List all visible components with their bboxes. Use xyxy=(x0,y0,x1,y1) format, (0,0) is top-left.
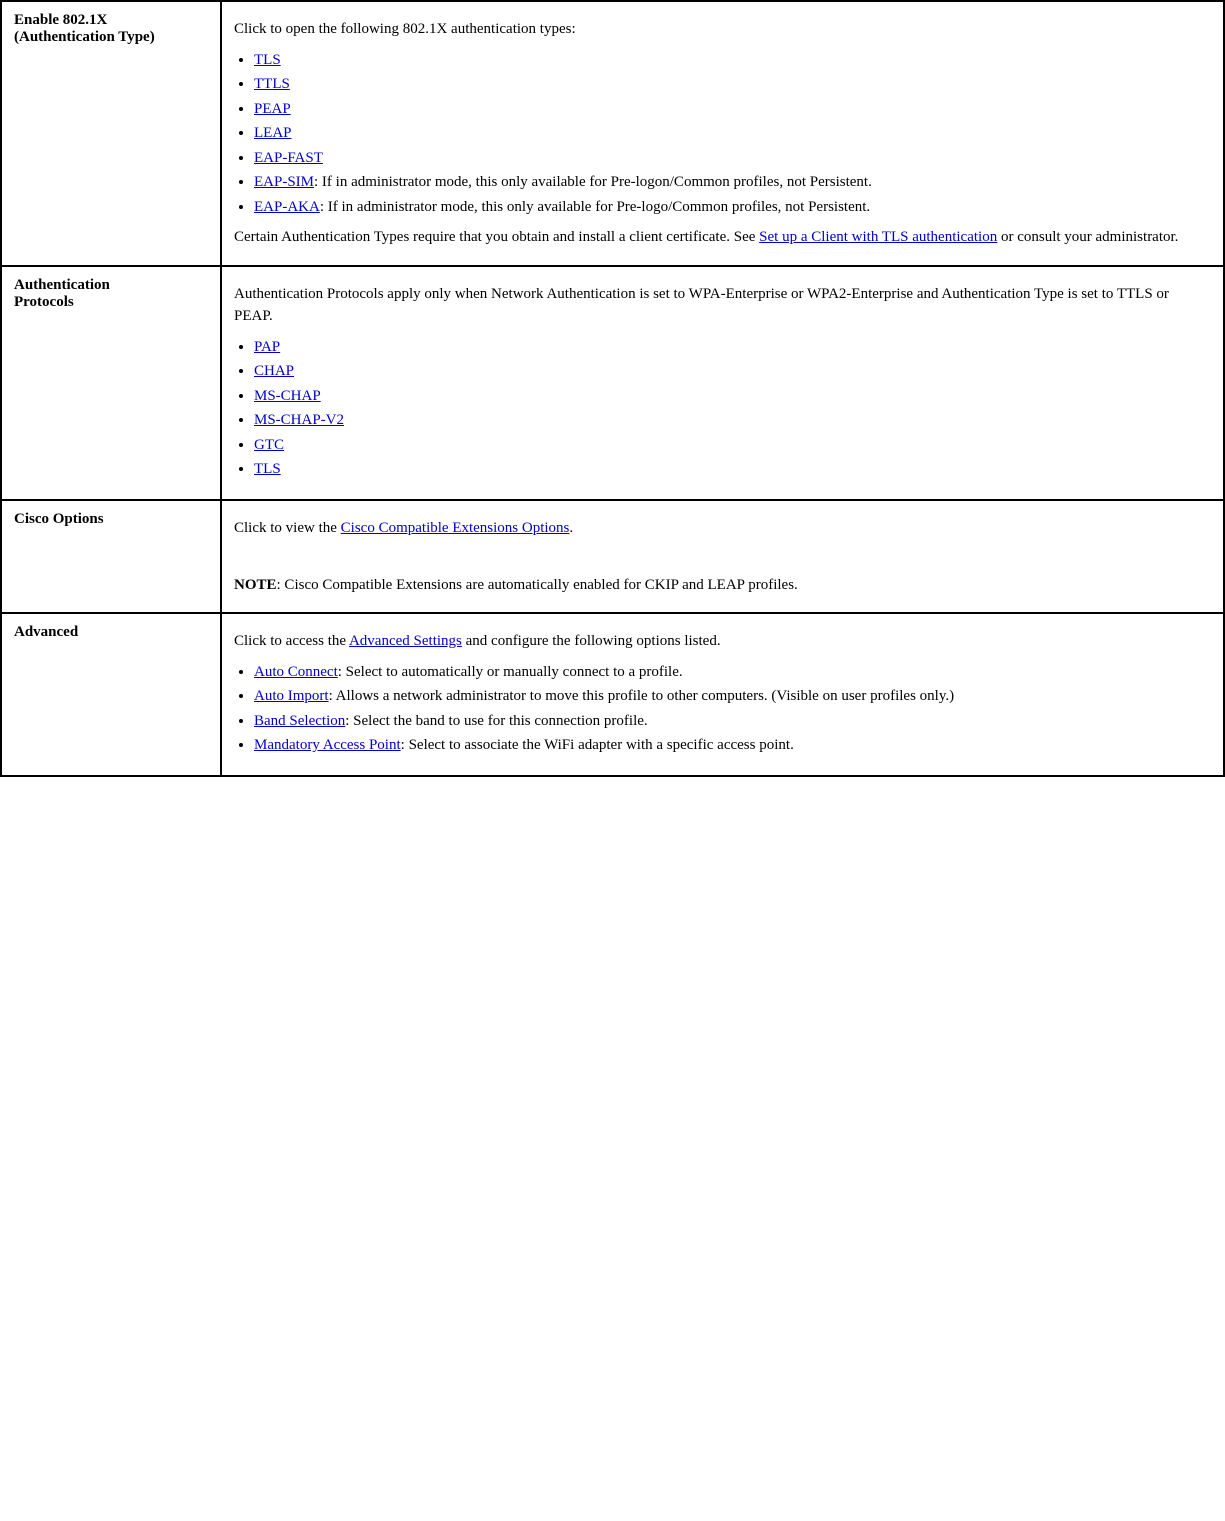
list-item-ms-chap-v2: MS-CHAP-V2 xyxy=(254,409,1211,432)
link-gtc[interactable]: GTC xyxy=(254,437,284,453)
list-item-mandatory-access-point: Mandatory Access Point: Select to associ… xyxy=(254,734,1211,757)
row-enable-802-1x: Enable 802.1X(Authentication Type) Click… xyxy=(1,1,1224,266)
link-pap[interactable]: PAP xyxy=(254,339,280,355)
list-item-auto-connect: Auto Connect: Select to automatically or… xyxy=(254,661,1211,684)
list-item-eap-aka: EAP-AKA: If in administrator mode, this … xyxy=(254,196,1211,219)
intro-text-cisco: Click to view the Cisco Compatible Exten… xyxy=(234,517,1211,540)
label-cisco-options: Cisco Options xyxy=(1,500,221,614)
label-auth-protocols: AuthenticationProtocols xyxy=(1,266,221,500)
note-cisco: NOTE: Cisco Compatible Extensions are au… xyxy=(234,574,1211,597)
list-item-ttls: TTLS xyxy=(254,73,1211,96)
link-mandatory-access-point[interactable]: Mandatory Access Point xyxy=(254,737,401,753)
link-eap-sim[interactable]: EAP-SIM xyxy=(254,174,314,190)
list-item-leap: LEAP xyxy=(254,122,1211,145)
list-item-tls: TLS xyxy=(254,49,1211,72)
link-advanced-settings[interactable]: Advanced Settings xyxy=(349,633,462,649)
advanced-list: Auto Connect: Select to automatically or… xyxy=(254,661,1211,757)
note-label: NOTE xyxy=(234,577,277,593)
link-tls-setup[interactable]: Set up a Client with TLS authentication xyxy=(759,229,997,245)
row-advanced: Advanced Click to access the Advanced Se… xyxy=(1,613,1224,776)
list-item-tls-protocol: TLS xyxy=(254,458,1211,481)
link-leap[interactable]: LEAP xyxy=(254,125,292,141)
list-item-ms-chap: MS-CHAP xyxy=(254,385,1211,408)
intro-text-802-1x: Click to open the following 802.1X authe… xyxy=(234,18,1211,41)
link-eap-aka[interactable]: EAP-AKA xyxy=(254,199,320,215)
link-eap-fast[interactable]: EAP-FAST xyxy=(254,150,323,166)
intro-text-advanced: Click to access the Advanced Settings an… xyxy=(234,630,1211,653)
list-item-eap-fast: EAP-FAST xyxy=(254,147,1211,170)
footer-text-802-1x: Certain Authentication Types require tha… xyxy=(234,226,1211,249)
content-cisco-options: Click to view the Cisco Compatible Exten… xyxy=(221,500,1224,614)
link-ms-chap-v2[interactable]: MS-CHAP-V2 xyxy=(254,412,344,428)
label-advanced: Advanced xyxy=(1,613,221,776)
link-tls-protocol[interactable]: TLS xyxy=(254,461,281,477)
link-auto-connect[interactable]: Auto Connect xyxy=(254,664,338,680)
list-item-pap: PAP xyxy=(254,336,1211,359)
list-item-gtc: GTC xyxy=(254,434,1211,457)
content-enable-802-1x: Click to open the following 802.1X authe… xyxy=(221,1,1224,266)
auth-protocols-list: PAP CHAP MS-CHAP MS-CHAP-V2 GTC TLS xyxy=(254,336,1211,481)
content-advanced: Click to access the Advanced Settings an… xyxy=(221,613,1224,776)
link-chap[interactable]: CHAP xyxy=(254,363,294,379)
row-auth-protocols: AuthenticationProtocols Authentication P… xyxy=(1,266,1224,500)
intro-text-auth-protocols: Authentication Protocols apply only when… xyxy=(234,283,1211,328)
list-item-auto-import: Auto Import: Allows a network administra… xyxy=(254,685,1211,708)
link-ms-chap[interactable]: MS-CHAP xyxy=(254,388,321,404)
link-ttls[interactable]: TTLS xyxy=(254,76,290,92)
link-auto-import[interactable]: Auto Import xyxy=(254,688,329,704)
main-content-table: Enable 802.1X(Authentication Type) Click… xyxy=(0,0,1225,777)
link-band-selection[interactable]: Band Selection xyxy=(254,713,345,729)
link-peap[interactable]: PEAP xyxy=(254,101,291,117)
content-auth-protocols: Authentication Protocols apply only when… xyxy=(221,266,1224,500)
label-enable-802-1x: Enable 802.1X(Authentication Type) xyxy=(1,1,221,266)
list-item-eap-sim: EAP-SIM: If in administrator mode, this … xyxy=(254,171,1211,194)
auth-type-list: TLS TTLS PEAP LEAP EAP-FAST EAP-SIM: If … xyxy=(254,49,1211,219)
link-tls[interactable]: TLS xyxy=(254,52,281,68)
link-cisco-compatible-extensions[interactable]: Cisco Compatible Extensions Options xyxy=(341,520,570,536)
list-item-peap: PEAP xyxy=(254,98,1211,121)
list-item-chap: CHAP xyxy=(254,360,1211,383)
row-cisco-options: Cisco Options Click to view the Cisco Co… xyxy=(1,500,1224,614)
list-item-band-selection: Band Selection: Select the band to use f… xyxy=(254,710,1211,733)
